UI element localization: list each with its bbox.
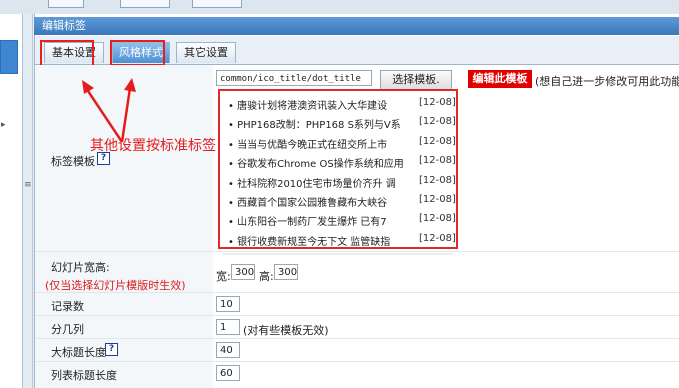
toolbar-button-2[interactable] xyxy=(120,0,170,8)
row-divider xyxy=(35,361,679,362)
record-count-input[interactable]: 10 xyxy=(216,296,240,312)
edit-template-note: (想自己进一步修改可用此功能) xyxy=(535,75,679,88)
preview-item-title: • 山东阳谷一制药厂发生爆炸 已有7 xyxy=(228,217,387,228)
annotation-note: 其他设置按标准标签 xyxy=(90,138,216,154)
slideshow-height-input[interactable]: 300 xyxy=(274,264,298,280)
select-template-button[interactable]: 选择模板. xyxy=(380,70,452,90)
headline-length-label: 大标题长度 xyxy=(51,346,106,359)
frame-splitter[interactable] xyxy=(23,14,33,388)
list-title-length-label: 列表标题长度 xyxy=(51,369,117,382)
width-label: 宽: xyxy=(216,270,231,283)
slideshow-note: (仅当选择幻灯片模版时生效) xyxy=(45,279,186,292)
splitter-grip-icon[interactable]: ≡ xyxy=(24,180,32,190)
list-title-length-input[interactable]: 60 xyxy=(216,365,240,381)
columns-note: (对有些模板无效) xyxy=(243,324,329,337)
preview-item-date: [12-08] xyxy=(419,136,456,147)
preview-item-title: • 当当与优酷今晚正式在纽交所上市 xyxy=(228,140,388,151)
slideshow-size-label: 幻灯片宽高: xyxy=(51,261,110,274)
sidebar-active-item[interactable] xyxy=(0,40,18,74)
panel-title: 编辑标签 xyxy=(34,17,679,35)
preview-item-date: [12-08] xyxy=(419,116,456,127)
slideshow-width-input[interactable]: 300 xyxy=(231,264,255,280)
top-toolbar-strip xyxy=(0,0,679,14)
columns-input[interactable]: 1 xyxy=(216,319,240,335)
template-label: 标签模板 xyxy=(51,155,95,168)
height-label: 高: xyxy=(259,270,274,283)
preview-item-title: • PHP168改制：PHP168 S系列与V系 xyxy=(228,120,401,131)
preview-item-date: [12-08] xyxy=(419,233,456,244)
preview-item-title: • 唐骏计划将港澳资讯装入大华建设 xyxy=(228,101,388,112)
preview-item-title: • 西藏首个国家公园雅鲁藏布大峡谷 xyxy=(228,198,388,209)
template-path-input[interactable]: common/ico_title/dot_title xyxy=(216,70,372,86)
preview-bottom-bar xyxy=(223,253,453,255)
preview-item-date: [12-08] xyxy=(419,97,456,108)
preview-item-title: • 谷歌发布Chrome OS操作系统和应用 xyxy=(228,159,404,170)
preview-item-title: • 社科院称2010住宅市场量价齐升 调 xyxy=(228,179,396,190)
row-divider xyxy=(35,338,679,339)
headline-length-input[interactable]: 40 xyxy=(216,342,240,358)
row-divider xyxy=(35,315,679,316)
help-icon[interactable]: ? xyxy=(105,343,118,356)
tab-other-settings[interactable]: 其它设置 xyxy=(176,42,236,63)
preview-item-date: [12-08] xyxy=(419,175,456,186)
record-count-label: 记录数 xyxy=(51,300,84,313)
preview-item-date: [12-08] xyxy=(419,213,456,224)
toolbar-button-1[interactable] xyxy=(48,0,84,8)
preview-item-date: [12-08] xyxy=(419,194,456,205)
toolbar-button-3[interactable] xyxy=(192,0,242,8)
sidebar-caret-icon: ▸ xyxy=(1,120,6,130)
preview-item-title: • 银行收费新规至今无下文 监管缺指 xyxy=(228,237,391,248)
columns-label: 分几列 xyxy=(51,323,84,336)
preview-item-date: [12-08] xyxy=(419,155,456,166)
edit-template-button[interactable]: 编辑此模板 xyxy=(468,70,532,88)
row-divider xyxy=(35,251,679,252)
